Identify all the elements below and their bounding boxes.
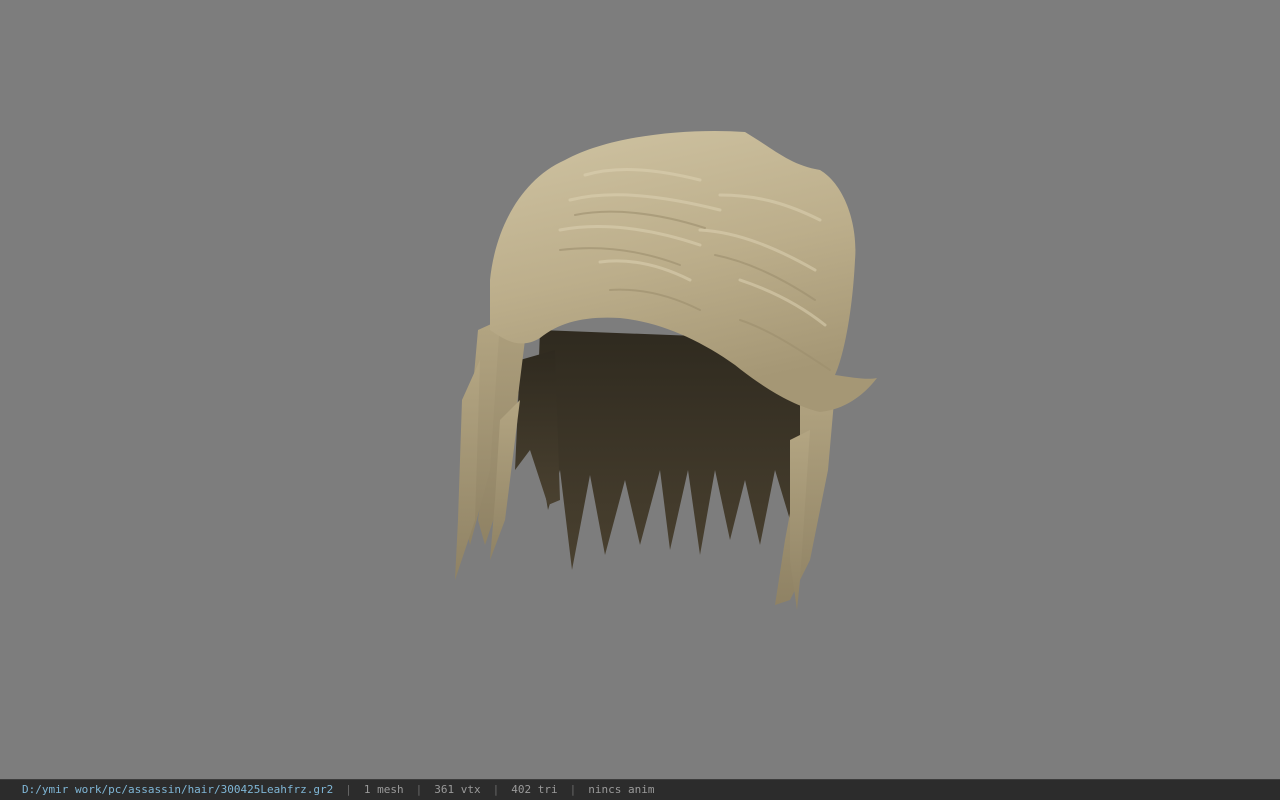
separator: | — [345, 783, 352, 796]
animation-status: nincs anim — [588, 783, 655, 796]
separator: | — [492, 783, 500, 796]
hair-model-render — [455, 130, 877, 610]
file-path: D:/ymir work/pc/assassin/hair/300425Leah… — [22, 783, 334, 796]
3d-viewport[interactable] — [0, 0, 1280, 779]
mesh-count: 1 mesh — [363, 783, 404, 796]
status-bar: D:/ymir work/pc/assassin/hair/300425Leah… — [0, 779, 1280, 800]
separator: | — [569, 783, 577, 796]
triangle-count: 402 tri — [511, 783, 558, 796]
vertex-count: 361 vtx — [434, 783, 481, 796]
separator: | — [415, 783, 423, 796]
